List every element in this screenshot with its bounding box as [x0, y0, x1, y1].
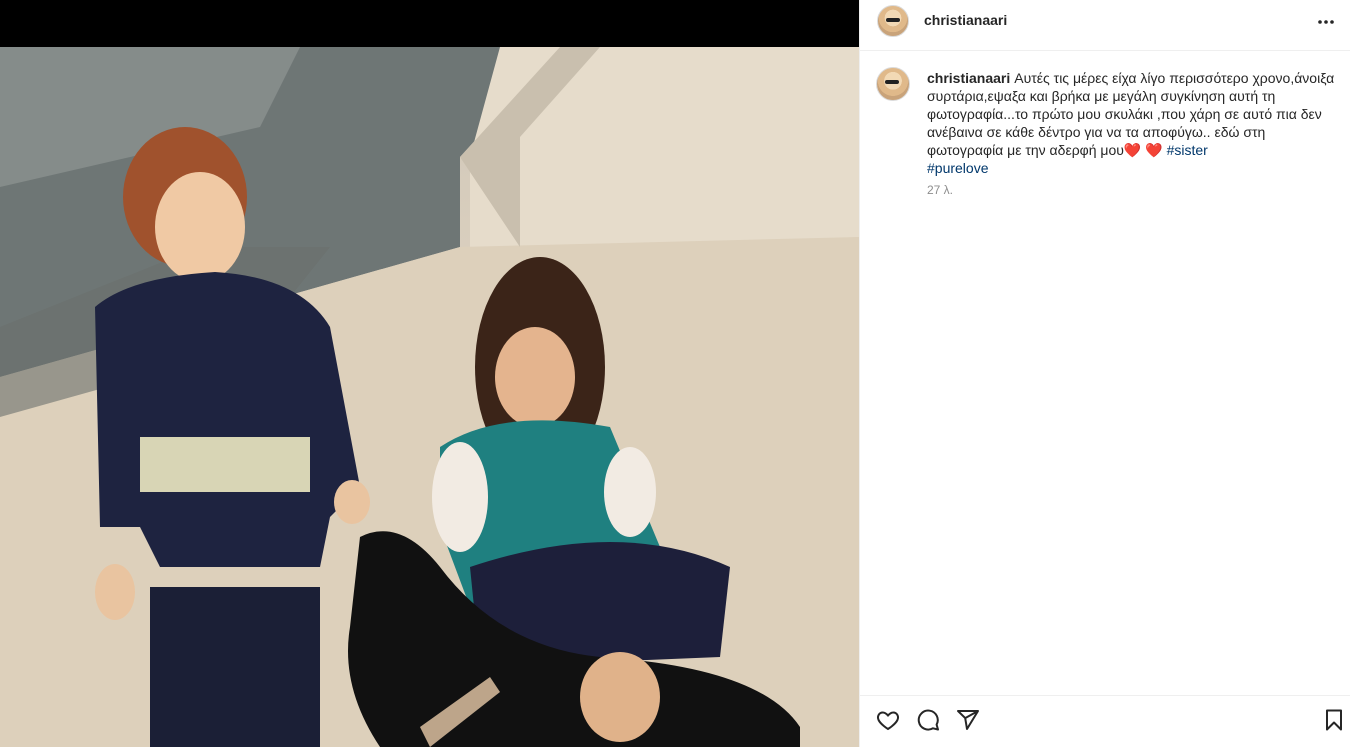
heart-icon[interactable] — [876, 708, 902, 734]
hashtag-purelove[interactable]: #purelove — [927, 160, 989, 176]
author-avatar[interactable] — [877, 5, 909, 37]
caption-username[interactable]: christianaari — [927, 70, 1010, 86]
post-timestamp[interactable]: 27 λ. — [927, 183, 953, 197]
bookmark-icon[interactable] — [1322, 708, 1348, 734]
sunglasses-graphic — [885, 80, 899, 84]
comment-icon[interactable] — [916, 708, 942, 734]
post-header: christianaari — [860, 0, 1350, 51]
hashtag-sister[interactable]: #sister — [1167, 142, 1208, 158]
caption-text: christianaari Αυτές τις μέρες είχα λίγο π… — [927, 69, 1335, 177]
post-photo[interactable] — [0, 47, 859, 747]
more-icon[interactable] — [1316, 12, 1336, 32]
post-sidebar: christianaari christianaari Αυτές τις μέρ… — [859, 0, 1350, 747]
action-bar — [860, 695, 1350, 747]
sunglasses-graphic — [886, 18, 900, 22]
post-photo-pane — [0, 0, 859, 747]
author-username[interactable]: christianaari — [924, 12, 1007, 28]
caption-avatar[interactable] — [876, 67, 910, 101]
share-icon[interactable] — [956, 708, 982, 734]
heart-emoji: ❤️ ❤️ — [1123, 142, 1163, 158]
